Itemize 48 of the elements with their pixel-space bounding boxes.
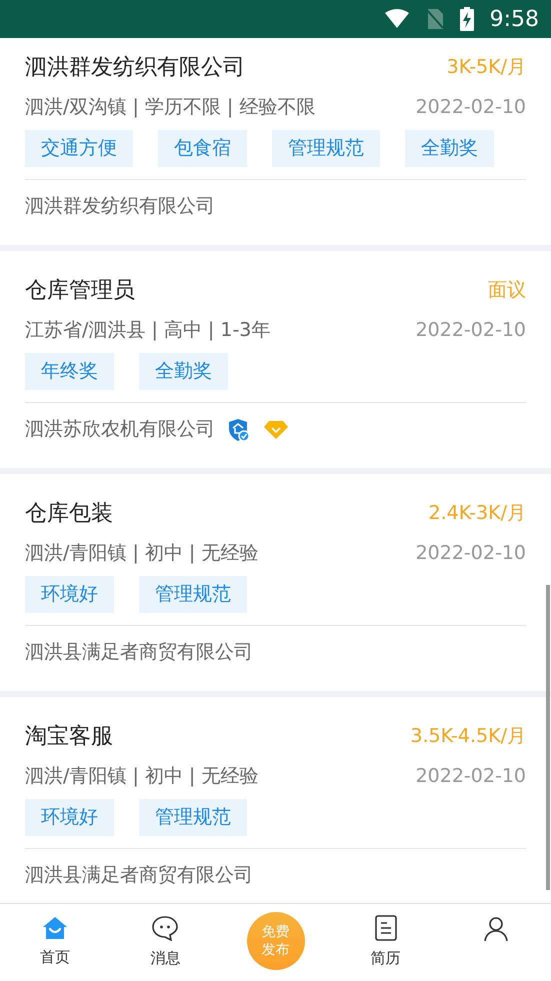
benefit-tag: 管理规范 xyxy=(272,130,380,167)
chat-bubble-icon xyxy=(151,915,180,942)
nav-tab[interactable]: 首页 xyxy=(0,916,110,969)
job-card[interactable]: 仓库包装 2.4K-3K/月 泗洪/青阳镇 | 初中 | 无经验 2022-02-10 环境好 管理规范 泗洪县满足者商贸有限公司 xyxy=(0,474,551,691)
job-info: 江苏省/泗洪县 | 高中 | 1-3年 xyxy=(25,318,270,343)
benefit-tag: 管理规范 xyxy=(139,576,247,613)
job-info: 泗洪/双沟镇 | 学历不限 | 经验不限 xyxy=(25,94,316,120)
company-name: 泗洪群发纺织有限公司 xyxy=(25,194,215,220)
wifi-icon xyxy=(384,9,410,29)
job-title: 泗洪群发纺织有限公司 xyxy=(25,54,245,82)
job-title: 仓库管理员 xyxy=(25,276,135,304)
verified-shield-icon xyxy=(227,418,251,442)
job-card[interactable]: 泗洪群发纺织有限公司 3K-5K/月 泗洪/双沟镇 | 学历不限 | 经验不限 2022-02-10 交通方便 包食宿 管理规范 全勤奖 泗洪群发纺织有限公司 xyxy=(0,38,551,245)
company-name: 泗洪县满足者商贸有限公司 xyxy=(25,863,253,888)
nav-tab[interactable]: 简历 xyxy=(330,915,441,970)
job-info: 泗洪/青阳镇 | 初中 | 无经验 xyxy=(25,540,258,566)
job-card[interactable]: 淘宝客服 3.5K-4.5K/月 泗洪/青阳镇 | 初中 | 无经验 2022-02-10 环境好 管理规范 泗洪县满足者商贸有限公司 xyxy=(0,697,551,903)
salary: 3K-5K/月 xyxy=(446,54,526,80)
benefit-tag: 全勤奖 xyxy=(139,353,228,390)
job-title: 淘宝客服 xyxy=(25,722,113,750)
benefit-tag: 环境好 xyxy=(25,576,114,613)
benefit-tag: 包食宿 xyxy=(158,130,247,167)
salary: 3.5K-4.5K/月 xyxy=(410,724,526,749)
post-date: 2022-02-10 xyxy=(416,764,526,789)
no-sim-icon xyxy=(426,8,444,30)
post-date: 2022-02-10 xyxy=(416,94,526,120)
benefit-tag: 管理规范 xyxy=(139,799,247,836)
document-icon xyxy=(374,915,398,942)
battery-icon xyxy=(460,7,474,31)
benefit-tag: 环境好 xyxy=(25,799,114,836)
person-icon xyxy=(482,916,509,942)
job-info: 泗洪/青阳镇 | 初中 | 无经验 xyxy=(25,764,258,789)
post-date: 2022-02-10 xyxy=(416,318,526,343)
clock: 9:58 xyxy=(490,6,539,34)
company-name: 泗洪苏欣农机有限公司 xyxy=(25,417,215,442)
benefit-tag: 年终奖 xyxy=(25,353,114,390)
benefit-tag: 交通方便 xyxy=(25,130,133,167)
home-icon xyxy=(42,916,68,940)
diamond-icon xyxy=(263,420,289,440)
salary: 面议 xyxy=(488,278,526,303)
salary: 2.4K-3K/月 xyxy=(428,500,526,526)
scroll-bar[interactable] xyxy=(546,585,550,890)
nav-tab[interactable]: 消息 xyxy=(110,915,220,970)
job-card[interactable]: 仓库管理员 面议 江苏省/泗洪县 | 高中 | 1-3年 2022-02-10 年终奖 全勤奖 泗洪苏欣农机有限公司 xyxy=(0,251,551,468)
benefit-tag: 全勤奖 xyxy=(405,130,494,167)
job-title: 仓库包装 xyxy=(25,500,113,528)
post-date: 2022-02-10 xyxy=(416,540,526,566)
company-name: 泗洪县满足者商贸有限公司 xyxy=(25,640,253,666)
